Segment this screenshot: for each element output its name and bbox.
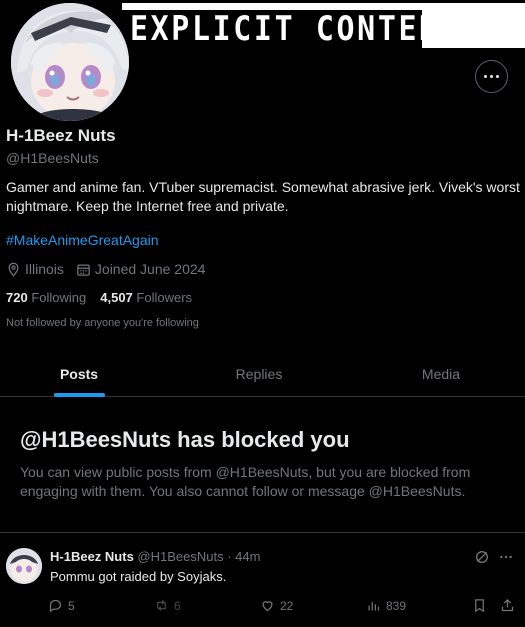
reply-icon — [49, 599, 62, 613]
tweet-avatar[interactable] — [6, 548, 42, 584]
following-count: 720 — [6, 290, 28, 305]
following-link[interactable]: 720 Following — [6, 290, 86, 305]
tweet-handle-time[interactable]: @H1BeesNuts · 44m — [137, 549, 260, 564]
more-dot-icon — [490, 75, 493, 78]
grok-icon[interactable] — [474, 549, 490, 565]
location-item: Illinois — [6, 261, 64, 277]
blocked-title: @H1BeesNuts has blocked you — [20, 427, 350, 452]
bio-hashtag-link[interactable]: #MakeAnimeGreatAgain — [6, 232, 159, 248]
banner-image: EXPLICIT CONTENT — [122, 3, 422, 48]
heart-icon — [262, 601, 273, 612]
like-count: 22 — [280, 598, 294, 613]
bookmark-icon — [475, 599, 484, 613]
active-tab-indicator — [54, 393, 105, 397]
tab-replies[interactable]: Replies — [180, 350, 338, 397]
tweet-text: Pommu got raided by Soyjaks. — [50, 569, 227, 584]
location-pin-icon — [8, 262, 19, 277]
views-button[interactable]: 839 — [366, 598, 406, 613]
repost-icon — [157, 600, 166, 611]
tweet-more-icon[interactable] — [498, 549, 514, 565]
views-chart-icon — [368, 601, 380, 611]
tab-media[interactable]: Media — [362, 350, 520, 397]
following-label: Following — [31, 290, 87, 305]
views-count: 839 — [386, 598, 407, 613]
banner-white-block — [422, 3, 525, 48]
repost-button: 6 — [154, 598, 181, 613]
divider — [0, 532, 525, 533]
blocked-description: You can view public posts from @H1BeesNu… — [20, 464, 471, 499]
reply-button[interactable]: 5 — [48, 598, 75, 613]
profile-name: H-1Beez Nuts — [6, 126, 116, 145]
tab-posts[interactable]: Posts — [0, 350, 158, 397]
repost-count: 6 — [174, 598, 181, 613]
followers-link[interactable]: 4,507 Followers — [100, 290, 192, 305]
follow-stats: 720 Following 4,507 Followers — [6, 290, 192, 305]
profile-handle: @H1BeesNuts — [6, 150, 99, 166]
tweet-header: H-1Beez Nuts @H1BeesNuts · 44m — [50, 549, 260, 564]
not-followed-note: Not followed by anyone you're following — [6, 317, 199, 329]
profile-bio: Gamer and anime fan. VTuber supremacist.… — [6, 179, 520, 214]
banner-text: EXPLICIT CONTENT — [130, 9, 422, 48]
location-label: Illinois — [25, 261, 64, 277]
profile-meta: Illinois Joined June 2024 — [6, 261, 217, 277]
bookmark-button[interactable] — [472, 598, 492, 613]
followers-label: Followers — [136, 290, 193, 305]
more-dot-icon — [496, 75, 499, 78]
share-icon — [501, 598, 514, 612]
followers-count: 4,507 — [100, 290, 133, 305]
reply-count: 5 — [68, 598, 75, 613]
calendar-icon — [77, 264, 90, 276]
joined-label: Joined June 2024 — [94, 261, 206, 277]
avatar[interactable] — [8, 0, 132, 124]
joined-item: Joined June 2024 — [76, 261, 206, 277]
share-button[interactable] — [500, 598, 520, 613]
more-dot-icon — [484, 75, 487, 78]
tweet-author-name[interactable]: H-1Beez Nuts — [50, 549, 134, 564]
more-options-button[interactable] — [475, 60, 508, 93]
profile-tabs: Posts Replies Media — [0, 350, 525, 397]
tweet-actions: 5 6 22 839 — [48, 598, 518, 616]
like-button[interactable]: 22 — [260, 598, 293, 613]
